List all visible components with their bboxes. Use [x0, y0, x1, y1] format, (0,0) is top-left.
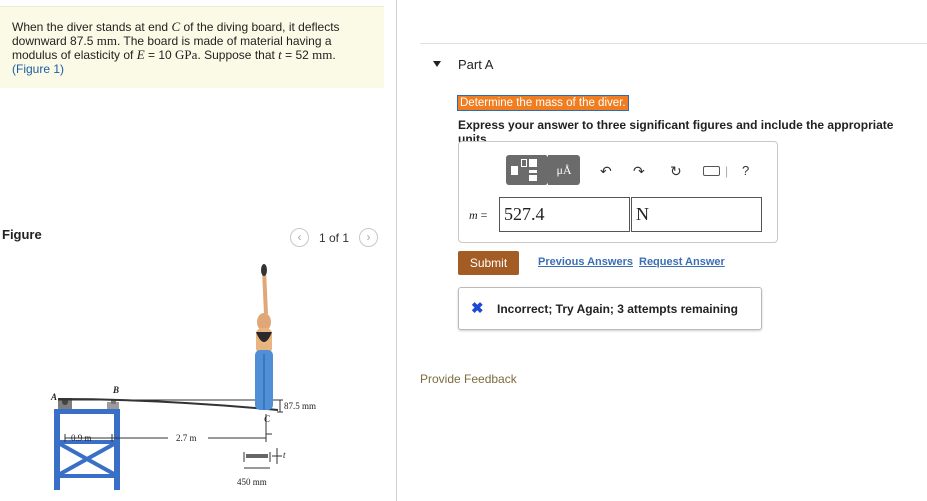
problem-text: = 52 [281, 48, 313, 62]
part-title[interactable]: Part A [458, 57, 493, 72]
problem-line-1: When the diver stands at end C of the di… [12, 19, 384, 35]
problem-text: . The board is made of material having a [116, 34, 332, 48]
unit-mm: mm [312, 47, 333, 62]
undo-icon[interactable]: ↶ [600, 163, 612, 180]
cross-section: t 450 mm [237, 448, 286, 487]
previous-answers-link[interactable]: Previous Answers [538, 256, 633, 268]
diving-board-diagram: 87.5 mm A B C 0.9 m 2.7 m t 450 mm [50, 264, 316, 490]
width-label: 450 mm [237, 477, 267, 487]
problem-text: . [332, 48, 336, 62]
x-icon: ✖ [471, 300, 484, 317]
deflected-board [57, 398, 279, 411]
chevron-left-icon[interactable]: ‹ [290, 228, 309, 247]
dim-left-label: 0.9 m [71, 433, 92, 443]
problem-text: = 10 [144, 48, 176, 62]
problem-text: downward 87.5 [12, 34, 97, 48]
part-divider [420, 43, 927, 44]
problem-text: When the diver stands at end [12, 20, 172, 34]
problem-statement: When the diver stands at end C of the di… [0, 6, 384, 88]
pager-text: 1 of 1 [319, 230, 350, 245]
redo-icon[interactable]: ↷ [633, 163, 645, 180]
label-c: C [264, 414, 271, 424]
submit-button[interactable]: Submit [458, 251, 519, 275]
variable-c: C [171, 19, 181, 34]
answer-unit-input[interactable]: N [631, 197, 762, 232]
feedback-text: Incorrect; Try Again; 3 attempts remaini… [497, 302, 738, 316]
equals-sign: = [477, 208, 488, 222]
variable-m: m [469, 208, 478, 222]
figure-label: Figure [2, 227, 42, 242]
units-icon[interactable]: μÅ [548, 155, 580, 185]
support-frame [54, 409, 120, 490]
figure-pager: ‹ 1 of 1 › [290, 228, 379, 247]
figure-link[interactable]: (Figure 1) [12, 62, 384, 76]
dim-right-label: 2.7 m [176, 433, 197, 443]
keyboard-icon[interactable] [703, 166, 720, 176]
panel-divider [396, 0, 397, 501]
collapse-caret-icon[interactable] [433, 61, 441, 67]
label-a: A [50, 392, 57, 402]
problem-line-3: modulus of elasticity of E = 10 GPa. Sup… [12, 47, 384, 63]
answer-variable-label: m = [469, 208, 487, 223]
problem-line-2: downward 87.5 mm. The board is made of m… [12, 33, 384, 49]
toolbar-separator: | [725, 164, 729, 178]
answer-value-input[interactable]: 527.4 [499, 197, 630, 232]
diver-figure [255, 264, 273, 410]
question-text: Determine the mass of the diver. [457, 95, 629, 111]
request-answer-link[interactable]: Request Answer [639, 256, 725, 268]
deflection-label: 87.5 mm [284, 401, 316, 411]
unit-mm: mm [96, 33, 117, 48]
templates-icon[interactable] [506, 155, 548, 185]
provide-feedback-link[interactable]: Provide Feedback [420, 372, 517, 386]
answer-panel: μÅ ↶ ↷ ↻ | ? m = 527.4 N [458, 141, 778, 243]
chevron-right-icon[interactable]: › [359, 228, 379, 247]
variable-e: E [136, 47, 145, 62]
problem-text: modulus of elasticity of [12, 48, 137, 62]
label-b: B [112, 385, 119, 395]
thickness-label: t [283, 450, 286, 460]
help-icon[interactable]: ? [742, 163, 749, 178]
problem-text: . Suppose that [197, 48, 279, 62]
reset-icon[interactable]: ↻ [670, 163, 682, 180]
problem-text: of the diving board, it deflects [180, 20, 340, 34]
feedback-message: ✖ Incorrect; Try Again; 3 attempts remai… [458, 287, 762, 330]
unit-gpa: GPa [175, 47, 198, 62]
